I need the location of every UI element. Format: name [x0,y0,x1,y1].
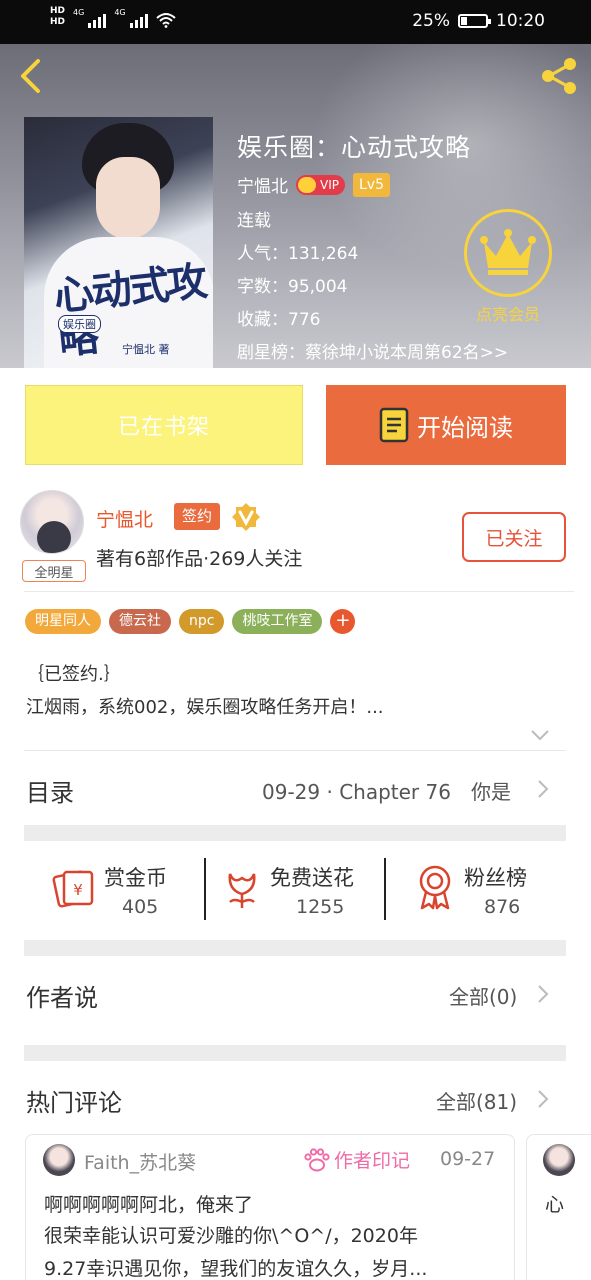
free-flowers-value: 1255 [296,896,345,918]
section-gap [24,1045,566,1061]
level-badge: Lv5 [352,172,390,197]
comment-date: 09-27 [440,1148,496,1170]
author-says-label: 作者说 [26,984,98,1012]
back-icon[interactable] [16,58,46,94]
status-bar: HD HD 4G 4G 25% 10:20 [0,0,591,44]
tag-item[interactable]: 桃吱工作室 [232,609,323,634]
comment-text: 心 [545,1194,565,1216]
book-header: 心动式攻略 娱乐圈 宁愠北 著 娱乐圈：心动式攻略 宁愠北 VIP Lv5 连载… [0,44,591,368]
verified-icon [232,503,260,531]
member-button[interactable]: 点亮会员 [462,209,554,325]
author-avatar[interactable] [20,490,84,554]
start-reading-label: 开始阅读 [417,413,513,442]
fan-ranking[interactable]: 粉丝榜 876 [416,858,546,922]
expand-chevron-icon[interactable] [530,728,550,742]
chevron-right-icon[interactable] [537,984,549,1004]
toc-latest-chapter[interactable]: 09-29 · Chapter 76 你是 [262,776,511,805]
share-icon[interactable] [537,54,581,98]
section-gap [24,825,566,841]
tag-item[interactable]: npc [179,609,225,634]
intro-line: 江烟雨，系统002，娱乐圈攻略任务开启！... [26,697,384,718]
fan-ranking-label: 粉丝榜 [464,866,527,890]
reward-coins[interactable]: ¥ 赏金币 405 [52,858,182,922]
stat-divider [204,858,206,920]
book-info: 娱乐圈：心动式攻略 宁愠北 VIP Lv5 连载 人气：131,264 字数：9… [237,128,508,363]
paw-icon [304,1147,330,1171]
book-status: 连载 [237,211,271,231]
follow-button[interactable]: 已关注 [462,512,566,562]
commenter-avatar[interactable] [543,1144,575,1176]
commenter-avatar[interactable] [43,1144,75,1176]
divider [24,591,574,592]
all-star-badge: 全明星 [22,560,86,582]
comment-text: 啊啊啊啊啊阿北，俺来了 [44,1194,254,1216]
medal-icon [419,865,451,910]
author-mark: 作者印记 [304,1146,410,1173]
signal-icon: 4G [73,8,107,28]
battery-icon [458,14,491,28]
comment-text: 很荣幸能认识可爱沙雕的你\^O^/，2020年 [44,1225,418,1247]
red-envelope-icon: ¥ [52,870,94,908]
wifi-icon [155,13,176,28]
clock: 10:20 [496,11,545,31]
hd-indicator: HD HD [50,6,66,27]
tag-item[interactable]: 明星同人 [25,609,101,634]
book-cover[interactable]: 心动式攻略 娱乐圈 宁愠北 著 [24,117,213,368]
book-title: 娱乐圈：心动式攻略 [237,133,472,162]
hot-comments-label: 热门评论 [26,1089,122,1117]
svg-text:¥: ¥ [73,881,83,899]
book-popularity: 人气：131,264 [237,244,359,264]
book-ranking-link[interactable]: 剧星榜：蔡徐坤小说本周第62名>> [237,338,508,363]
tag-list: 明星同人 德云社 npc 桃吱工作室 + [25,609,356,634]
divider [24,750,566,751]
toc-label[interactable]: 目录 [26,773,74,808]
author-meta: 著有6部作品·269人关注 [96,548,303,570]
signal-icon-2: 4G [114,8,148,28]
start-reading-button[interactable]: 开始阅读 [326,385,566,465]
book-favorites: 收藏：776 [237,310,321,330]
author-row: 宁愠北 VIP Lv5 [237,172,390,197]
signed-badge: 签约 [174,503,221,530]
author-mark-label: 作者印记 [334,1150,411,1172]
commenter-name[interactable]: Faith_苏北葵 [84,1148,196,1175]
chevron-right-icon[interactable] [537,1089,549,1109]
vip-badge: VIP [296,174,345,195]
intro-line: ｛已签约.｝ [26,664,122,685]
chevron-right-icon[interactable] [537,779,549,799]
author-says-all[interactable]: 全部(0) [449,981,517,1010]
hot-comments-all[interactable]: 全部(81) [436,1086,517,1115]
add-tag-button[interactable]: + [330,609,356,634]
book-word-count: 字数：95,004 [237,277,348,297]
cover-author-art: 宁愠北 著 [122,343,170,356]
battery-percent: 25% [412,11,450,31]
flower-icon [228,873,256,908]
stat-divider [384,858,386,920]
comment-text: 9.27幸识遇见你，望我们的友谊久久，岁月... [44,1258,428,1280]
vip-crown-icon [298,176,316,193]
reward-coins-label: 赏金币 [104,866,167,890]
section-gap [24,940,566,956]
fan-ranking-value: 876 [484,896,521,918]
cover-tag-art: 娱乐圈 [58,315,101,333]
on-shelf-button[interactable]: 已在书架 [25,385,303,465]
book-author[interactable]: 宁愠北 [237,172,288,197]
member-label: 点亮会员 [475,305,540,324]
book-icon [379,407,409,443]
reward-coins-value: 405 [122,896,159,918]
tag-item[interactable]: 德云社 [109,609,171,634]
free-flowers[interactable]: 免费送花 1255 [224,858,374,922]
crown-icon [464,209,552,297]
author-name[interactable]: 宁愠北 [96,505,153,532]
free-flowers-label: 免费送花 [270,866,354,890]
